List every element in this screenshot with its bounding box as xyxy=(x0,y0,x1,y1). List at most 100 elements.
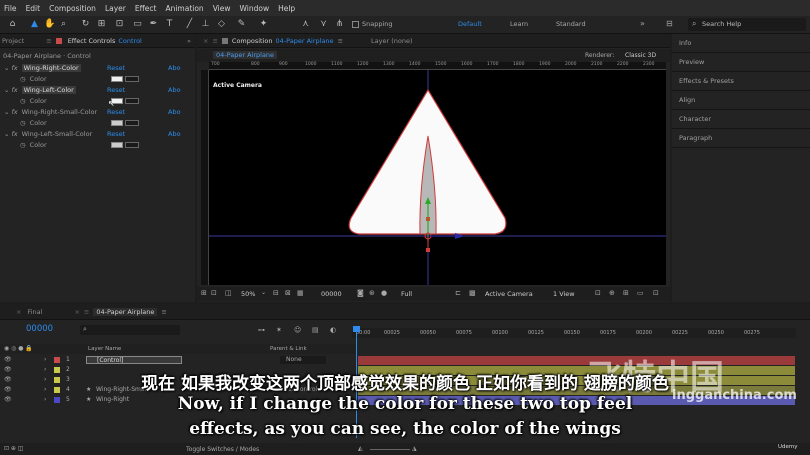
frame-blending-icon[interactable]: ▤ xyxy=(312,326,319,334)
reset-button[interactable]: Reset xyxy=(107,130,125,138)
axis-world-icon[interactable]: ⋎ xyxy=(318,19,329,30)
timeline-search-input[interactable]: ⌕ xyxy=(80,325,180,335)
tab-layer[interactable]: Layer (none) xyxy=(371,37,412,45)
comp-mini-flowchart-icon[interactable]: ⊶ xyxy=(258,326,265,334)
motion-blur-icon[interactable]: ◐ xyxy=(330,326,336,334)
hand-tool-icon[interactable]: ✋ xyxy=(44,19,55,30)
menu-animation[interactable]: Animation xyxy=(165,4,203,13)
timeline-icon[interactable]: ▭ xyxy=(637,289,644,297)
home-icon[interactable]: ⌂ xyxy=(7,19,18,30)
camera-tool-icon[interactable]: ⊞ xyxy=(96,19,107,30)
menu-view[interactable]: View xyxy=(213,4,231,13)
show-snapshot-icon[interactable]: ⊛ xyxy=(369,289,375,297)
grid-icon[interactable]: ⊡ xyxy=(211,289,217,297)
menu-file[interactable]: File xyxy=(4,4,17,13)
menu-layer[interactable]: Layer xyxy=(105,4,126,13)
menu-help[interactable]: Help xyxy=(278,4,295,13)
tab-final[interactable]: Final xyxy=(27,308,42,316)
close-icon[interactable]: × xyxy=(74,308,79,316)
snapshot-icon[interactable]: ◙ xyxy=(357,289,364,297)
reset-button[interactable]: Reset xyxy=(107,64,125,72)
type-tool-icon[interactable]: T xyxy=(164,19,175,30)
workspace-learn[interactable]: Learn xyxy=(510,20,528,28)
color-swatch[interactable] xyxy=(111,119,123,126)
label-color[interactable] xyxy=(54,357,60,363)
eyedropper-icon[interactable] xyxy=(125,97,139,104)
eyedropper-icon[interactable] xyxy=(125,141,139,148)
panel-preview[interactable]: Preview xyxy=(672,53,810,72)
toggle-transparency-icon[interactable]: ▩ xyxy=(469,289,476,297)
panel-align[interactable]: Align xyxy=(672,91,810,110)
chevron-right-icon[interactable]: › xyxy=(44,356,46,363)
close-icon[interactable]: ≡ xyxy=(46,37,51,45)
always-preview-icon[interactable]: ⊞ xyxy=(201,289,207,297)
tab-project[interactable]: Project xyxy=(2,37,24,45)
reset-button[interactable]: Reset xyxy=(107,108,125,116)
comp-flowchart-icon[interactable]: ⊡ xyxy=(653,289,659,297)
chevron-down-icon[interactable]: ⌄ xyxy=(4,64,9,72)
search-help-box[interactable]: ⌕ Search Help xyxy=(688,18,806,31)
col-layer-name[interactable]: Layer Name xyxy=(88,346,121,352)
composition-viewer[interactable]: Active Camera xyxy=(209,70,666,285)
tab-effect-controls-target[interactable]: Control xyxy=(118,37,142,45)
parent-select[interactable]: None xyxy=(280,356,326,364)
puppet-tool-icon[interactable]: ✦ xyxy=(258,19,269,30)
about-button[interactable]: Abo xyxy=(168,108,181,116)
draft-3d-icon[interactable]: ⊕ xyxy=(609,289,615,297)
tab-composition[interactable]: Composition xyxy=(232,37,273,45)
tab-effect-controls[interactable]: Effect Controls xyxy=(68,37,116,45)
chevron-down-icon[interactable]: ⌄ xyxy=(4,86,9,94)
stopwatch-icon[interactable]: ◷ xyxy=(20,119,26,127)
color-swatch[interactable] xyxy=(111,141,123,148)
layer-name[interactable]: [Control] xyxy=(86,356,182,364)
roi-icon[interactable]: ⊏ xyxy=(455,289,461,297)
fx-icon[interactable]: fx xyxy=(11,108,17,116)
panel-effects-presets[interactable]: Effects & Presets xyxy=(672,72,810,91)
panel-info[interactable]: Info xyxy=(672,34,810,53)
mask-icon[interactable]: ◫ xyxy=(225,289,232,297)
eyedropper-icon[interactable] xyxy=(125,119,139,126)
effect-row-wing-right-color[interactable]: ⌄ fx Wing-Right-Color Reset Abo xyxy=(0,62,195,73)
channel-icon[interactable]: ● xyxy=(381,289,387,297)
pan-behind-tool-icon[interactable]: ⊡ xyxy=(114,19,125,30)
view-layout-select[interactable]: 1 View xyxy=(553,290,575,298)
chevron-down-icon[interactable]: ⌄ xyxy=(4,108,9,116)
zoom-slider[interactable] xyxy=(370,449,410,450)
tab-composition-menu-icon[interactable]: ≡ xyxy=(338,37,343,45)
more-workspaces-icon[interactable]: » xyxy=(640,19,645,28)
workspace-default[interactable]: Default xyxy=(458,20,482,28)
menu-composition[interactable]: Composition xyxy=(49,4,96,13)
chevron-down-icon[interactable]: ⌄ xyxy=(4,130,9,138)
stopwatch-icon[interactable]: ◷ xyxy=(20,97,26,105)
rotate-tool-icon[interactable]: ↻ xyxy=(80,19,91,30)
workspace-standard[interactable]: Standard xyxy=(556,20,586,28)
clone-tool-icon[interactable]: ⊥ xyxy=(200,19,211,30)
toggle-switches-modes[interactable]: Toggle Switches / Modes xyxy=(186,446,259,453)
fx-icon[interactable]: fx xyxy=(11,64,17,72)
viewer-timecode[interactable]: 00000 xyxy=(321,290,342,298)
zoom-tool-icon[interactable]: ⌕ xyxy=(58,19,69,30)
renderer-value[interactable]: Classic 3D xyxy=(625,52,656,59)
comp-breadcrumb[interactable]: 04-Paper Airplane xyxy=(213,51,278,59)
col-parent-link[interactable]: Parent & Link xyxy=(270,346,307,352)
axis-tool-icon[interactable]: ⋏ xyxy=(300,19,311,30)
effect-row-wing-right-small-color[interactable]: ⌄ fx Wing-Right-Small-Color Reset Abo xyxy=(0,106,195,117)
zoom-select[interactable]: 50% xyxy=(241,290,255,298)
render-time-icon[interactable]: ⊡ ⊕ ◫ xyxy=(4,445,24,452)
transparency-grid-icon[interactable]: ▦ xyxy=(297,289,304,297)
menu-effect[interactable]: Effect xyxy=(135,4,157,13)
roto-tool-icon[interactable]: ✎ xyxy=(236,19,247,30)
close-icon[interactable]: × xyxy=(16,308,21,316)
menu-edit[interactable]: Edit xyxy=(26,4,41,13)
chevron-down-icon[interactable]: ⌄ xyxy=(261,289,266,296)
pixel-aspect-icon[interactable]: ⊡ xyxy=(595,289,601,297)
close-icon[interactable]: × xyxy=(203,37,208,45)
rectangle-tool-icon[interactable]: ▭ xyxy=(132,19,143,30)
fx-icon[interactable]: fx xyxy=(11,130,17,138)
menu-window[interactable]: Window xyxy=(240,4,270,13)
zoom-out-icon[interactable]: ◭ xyxy=(358,445,363,452)
tab-composition-name[interactable]: 04-Paper Airplane xyxy=(276,37,334,45)
panel-paragraph[interactable]: Paragraph xyxy=(672,129,810,148)
stopwatch-icon[interactable]: ◷ xyxy=(20,75,26,83)
reset-button[interactable]: Reset xyxy=(107,86,125,94)
